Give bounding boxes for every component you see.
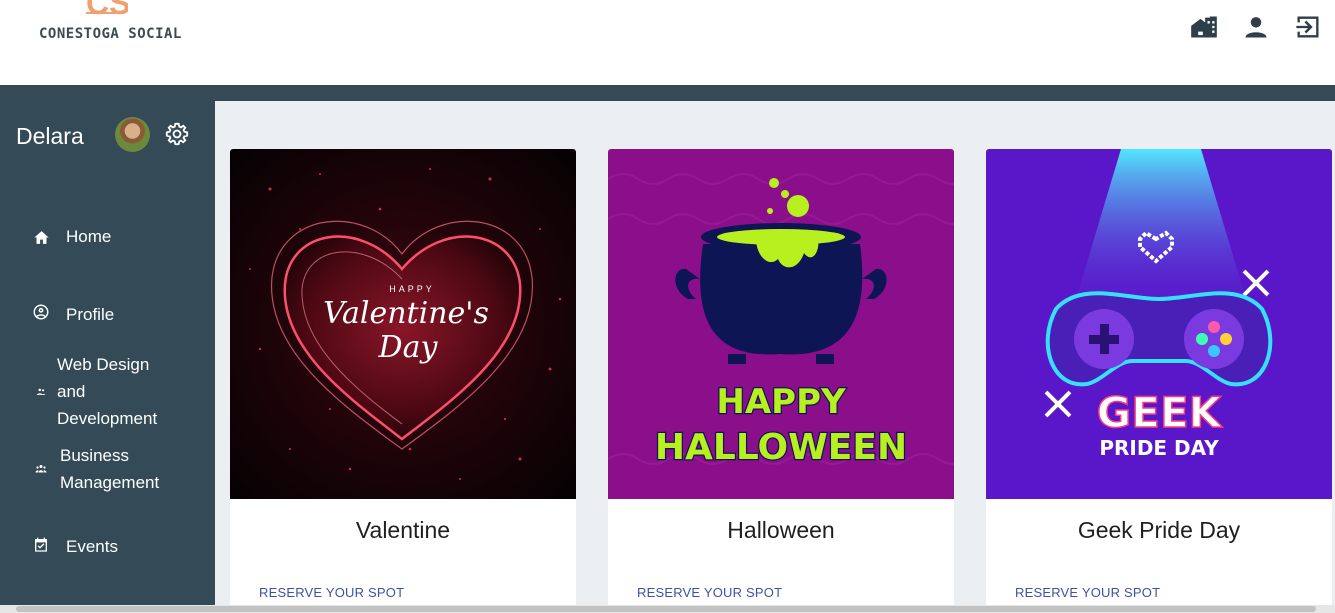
sidebar-item-label: Home <box>66 227 112 246</box>
svg-text:HALLOWEEN: HALLOWEEN <box>655 427 907 468</box>
group-icon <box>32 383 50 401</box>
event-title: Valentine <box>355 517 451 543</box>
home-icon <box>32 228 50 246</box>
sidebar-item-profile[interactable]: Profile <box>0 301 215 329</box>
svg-text:GEEK: GEEK <box>1097 388 1223 437</box>
reserve-spot-button[interactable]: RESERVE YOUR SPOT <box>1015 585 1160 600</box>
events-grid: HAPPY Valentine's Day Valentine RESERVE … <box>215 101 1335 608</box>
sidebar-item-label: Web Design and Development <box>57 355 158 428</box>
svg-text:Day: Day <box>378 330 439 365</box>
gear-icon[interactable] <box>164 121 190 147</box>
svg-text:Valentine's: Valentine's <box>323 296 489 331</box>
event-card-valentine: HAPPY Valentine's Day Valentine RESERVE … <box>230 149 576 608</box>
reserve-spot-button[interactable]: RESERVE YOUR SPOT <box>259 585 404 600</box>
home-work-icon[interactable] <box>1189 12 1219 42</box>
halloween-image: HAPPY HALLOWEEN <box>608 149 954 499</box>
cs-logo-mark: CS <box>86 0 128 16</box>
logout-icon[interactable] <box>1293 12 1323 42</box>
event-icon <box>32 536 50 554</box>
svg-text:HAPPY: HAPPY <box>389 284 435 294</box>
person-icon[interactable] <box>1241 12 1271 42</box>
sidebar: Delara Home Profile Web Design and Devel… <box>0 101 215 613</box>
sidebar-item-web-design[interactable]: Web Design and Development <box>0 351 215 432</box>
user-panel: Delara <box>0 117 215 157</box>
geek-pride-image: GEEK PRIDE DAY <box>986 149 1332 499</box>
svg-text:PRIDE DAY: PRIDE DAY <box>1099 436 1219 460</box>
sidebar-item-business[interactable]: Business Management <box>0 442 215 496</box>
event-title: Halloween <box>727 517 835 543</box>
reserve-spot-button[interactable]: RESERVE YOUR SPOT <box>637 585 782 600</box>
horizontal-scrollbar[interactable] <box>0 605 1335 613</box>
sidebar-item-events[interactable]: Events <box>0 533 215 561</box>
event-card-halloween: HAPPY HALLOWEEN Halloween RESERVE YOUR S… <box>608 149 954 608</box>
sidebar-item-label: Profile <box>66 305 115 324</box>
sidebar-item-label: Business Management <box>60 446 160 492</box>
event-card-geek-pride-day: GEEK PRIDE DAY Geek Pride Day RESERVE YO… <box>986 149 1332 608</box>
sidebar-item-label: Events <box>66 537 118 556</box>
top-header: CS CONESTOGA SOCIAL <box>0 0 1335 85</box>
event-title: Geek Pride Day <box>1077 517 1241 543</box>
valentine-image: HAPPY Valentine's Day <box>230 149 576 499</box>
scrollbar-thumb[interactable] <box>16 606 1316 612</box>
brand-name: CONESTOGA SOCIAL <box>39 26 182 42</box>
groups-icon <box>32 460 50 478</box>
header-divider <box>0 85 1335 101</box>
brand-logo[interactable]: CS CONESTOGA SOCIAL <box>38 0 181 48</box>
sidebar-item-home[interactable]: Home <box>0 223 215 251</box>
account-circle-icon <box>32 303 50 321</box>
user-name: Delara <box>16 123 84 149</box>
avatar[interactable] <box>115 117 150 152</box>
svg-text:HAPPY: HAPPY <box>716 382 846 422</box>
